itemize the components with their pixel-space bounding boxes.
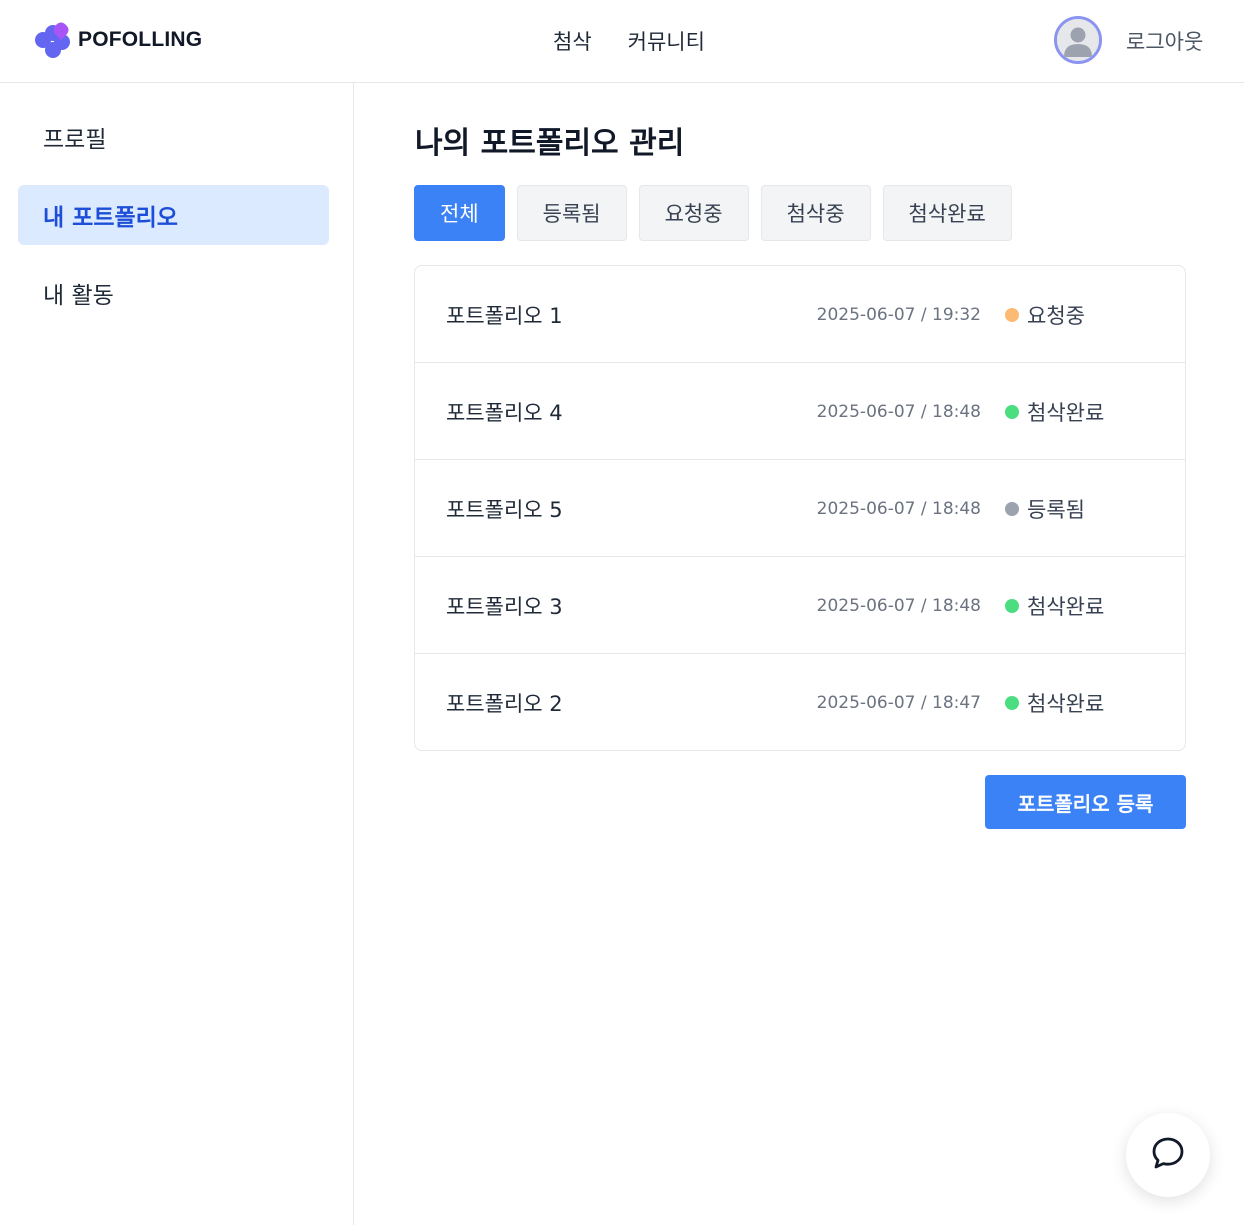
status-filter-tabs: 전체 등록됨 요청중 첨삭중 첨삭완료 bbox=[414, 185, 1012, 241]
list-item[interactable]: 포트폴리오 3 2025-06-07 / 18:48 첨삭완료 bbox=[415, 557, 1185, 654]
status-label: 첨삭완료 bbox=[1027, 691, 1105, 716]
portfolio-list: 포트폴리오 1 2025-06-07 / 19:32 요청중 포트폴리오 4 2… bbox=[414, 265, 1186, 751]
status-badge: 첨삭완료 bbox=[1005, 557, 1104, 654]
status-label: 첨삭완료 bbox=[1027, 594, 1105, 619]
status-dot-icon bbox=[1005, 501, 1019, 516]
portfolio-date: 2025-06-07 / 18:48 bbox=[816, 498, 981, 519]
list-item[interactable]: 포트폴리오 5 2025-06-07 / 18:48 등록됨 bbox=[415, 460, 1185, 557]
portfolio-date: 2025-06-07 / 18:47 bbox=[816, 692, 981, 713]
chat-bubble-icon bbox=[1150, 1135, 1186, 1175]
status-label: 요청중 bbox=[1027, 303, 1085, 328]
list-item[interactable]: 포트폴리오 2 2025-06-07 / 18:47 첨삭완료 bbox=[415, 654, 1185, 750]
portfolio-title: 포트폴리오 4 bbox=[446, 400, 563, 425]
list-item[interactable]: 포트폴리오 4 2025-06-07 / 18:48 첨삭완료 bbox=[415, 363, 1185, 460]
register-portfolio-button[interactable]: 포트폴리오 등록 bbox=[985, 775, 1186, 829]
main-nav: 첨삭 커뮤니티 bbox=[553, 0, 705, 82]
tab-review-complete[interactable]: 첨삭완료 bbox=[882, 185, 1012, 241]
status-badge: 첨삭완료 bbox=[1005, 654, 1105, 750]
chat-button[interactable] bbox=[1126, 1113, 1210, 1197]
user-avatar-icon[interactable] bbox=[1054, 16, 1102, 64]
logo-text: POFOLLING bbox=[78, 28, 203, 51]
status-label: 등록됨 bbox=[1027, 497, 1085, 522]
status-label: 첨삭완료 bbox=[1027, 400, 1105, 425]
tab-in-review[interactable]: 첨삭중 bbox=[760, 185, 871, 241]
status-badge: 요청중 bbox=[1005, 266, 1085, 363]
top-header: POFOLLING 첨삭 커뮤니티 로그아웃 bbox=[0, 0, 1244, 83]
logout-button[interactable]: 로그아웃 bbox=[1126, 0, 1203, 82]
status-badge: 첨삭완료 bbox=[1005, 363, 1104, 460]
page-title: 나의 포트폴리오 관리 bbox=[415, 126, 685, 161]
portfolio-title: 포트폴리오 5 bbox=[446, 497, 563, 522]
portfolio-title: 포트폴리오 3 bbox=[446, 594, 563, 619]
tab-registered[interactable]: 등록됨 bbox=[516, 185, 627, 241]
sidebar-item-profile[interactable]: 프로필 bbox=[18, 107, 329, 167]
status-dot-icon bbox=[1005, 695, 1019, 710]
logo-icon bbox=[34, 21, 72, 59]
status-dot-icon bbox=[1005, 598, 1019, 613]
nav-link-community[interactable]: 커뮤니티 bbox=[628, 26, 705, 56]
status-dot-icon bbox=[1005, 307, 1019, 322]
logo[interactable]: POFOLLING bbox=[34, 20, 202, 60]
sidebar-item-my-portfolio[interactable]: 내 포트폴리오 bbox=[18, 185, 329, 245]
portfolio-date: 2025-06-07 / 19:32 bbox=[816, 304, 981, 325]
sidebar-item-my-activity[interactable]: 내 활동 bbox=[18, 263, 329, 323]
portfolio-date: 2025-06-07 / 18:48 bbox=[816, 595, 981, 616]
status-badge: 등록됨 bbox=[1005, 460, 1085, 557]
portfolio-title: 포트폴리오 1 bbox=[446, 303, 563, 328]
portfolio-title: 포트폴리오 2 bbox=[446, 691, 563, 716]
tab-requested[interactable]: 요청중 bbox=[638, 185, 749, 241]
nav-link-review[interactable]: 첨삭 bbox=[553, 26, 592, 56]
tab-all[interactable]: 전체 bbox=[414, 185, 505, 241]
list-item[interactable]: 포트폴리오 1 2025-06-07 / 19:32 요청중 bbox=[415, 266, 1185, 363]
portfolio-date: 2025-06-07 / 18:48 bbox=[816, 401, 981, 422]
sidebar: 프로필 내 포트폴리오 내 활동 bbox=[0, 83, 354, 1225]
status-dot-icon bbox=[1005, 404, 1019, 419]
